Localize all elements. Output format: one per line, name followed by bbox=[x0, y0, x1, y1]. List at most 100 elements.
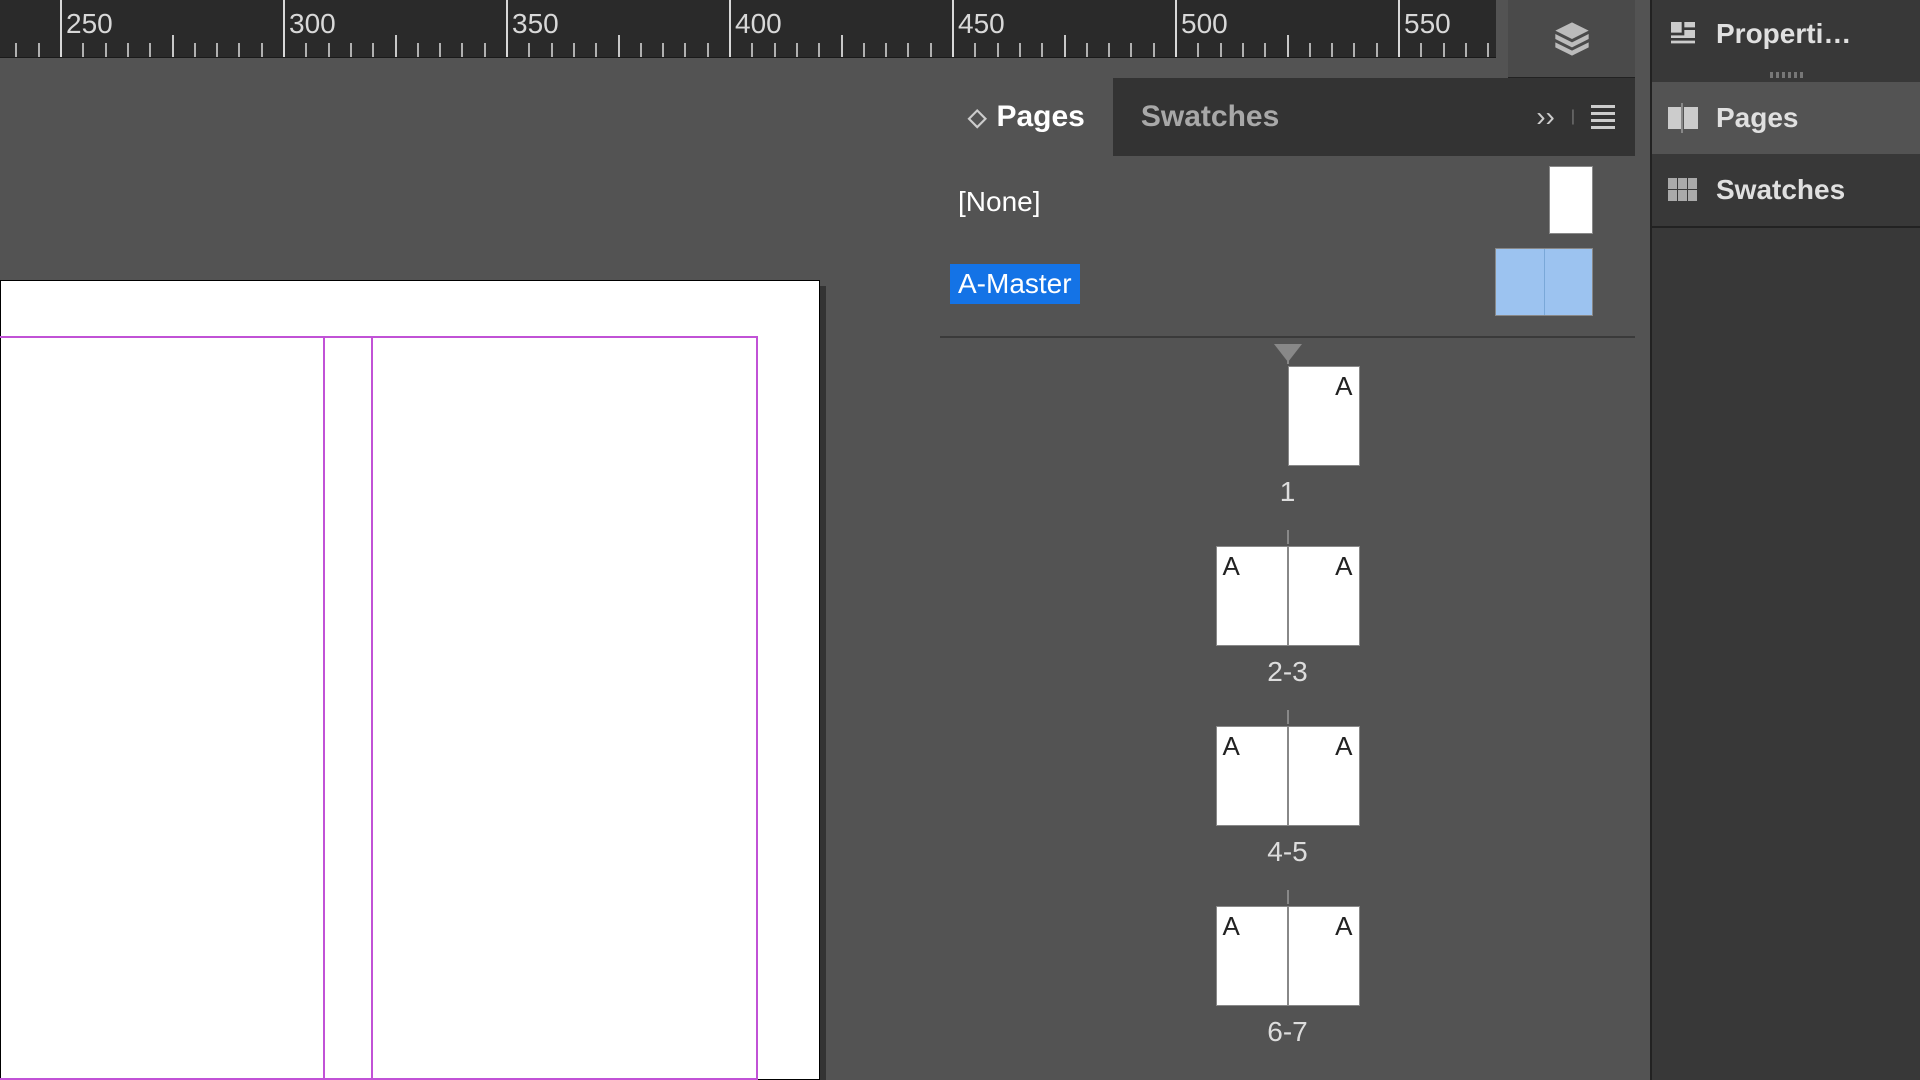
ruler-minor-tick bbox=[1376, 43, 1378, 57]
layers-icon bbox=[1552, 19, 1592, 59]
master-none-label: [None] bbox=[950, 182, 1049, 222]
ruler-minor-tick bbox=[461, 43, 463, 57]
ruler-minor-tick bbox=[305, 43, 307, 57]
tab-swatches-label: Swatches bbox=[1141, 100, 1279, 134]
ruler-minor-tick bbox=[328, 43, 330, 57]
spread-label: 1 bbox=[940, 476, 1635, 508]
ruler-minor-tick bbox=[1465, 43, 1467, 57]
ruler-minor-tick bbox=[372, 43, 374, 57]
dock-pages[interactable]: Pages bbox=[1652, 82, 1920, 154]
ruler-minor-tick bbox=[684, 43, 686, 57]
master-a-label: A-Master bbox=[950, 264, 1080, 304]
dock-swatches-label: Swatches bbox=[1716, 174, 1845, 206]
ruler-minor-tick bbox=[127, 43, 129, 57]
horizontal-ruler: 250300350400450500550 bbox=[0, 0, 1496, 58]
app-root: 250300350400450500550 ◇ Pages Swatches ›… bbox=[0, 0, 1920, 1080]
master-a-thumb[interactable] bbox=[1495, 248, 1593, 316]
ruler-minor-tick bbox=[484, 43, 486, 57]
ruler-minor-tick bbox=[640, 43, 642, 57]
spine-tick bbox=[1287, 710, 1289, 724]
spine-tick bbox=[1287, 350, 1289, 364]
page-thumbnail[interactable]: A bbox=[1216, 726, 1288, 826]
page-thumbnail[interactable]: A bbox=[1288, 726, 1360, 826]
ruler-minor-tick bbox=[751, 43, 753, 57]
pages-icon bbox=[1666, 103, 1700, 133]
page-spread[interactable]: AA2-3 bbox=[940, 546, 1635, 688]
master-badge: A bbox=[1223, 551, 1240, 582]
ruler-mid-tick bbox=[172, 35, 174, 57]
collapse-panel-icon[interactable]: ›› bbox=[1536, 101, 1555, 133]
ruler-minor-tick bbox=[194, 43, 196, 57]
dock-grip[interactable] bbox=[1652, 68, 1920, 82]
master-none-row[interactable]: [None] bbox=[940, 166, 1635, 238]
ruler-minor-tick bbox=[573, 43, 575, 57]
page-spread[interactable]: A A 4-5 bbox=[940, 726, 1635, 868]
ruler-minor-tick bbox=[1041, 43, 1043, 57]
ruler-minor-tick bbox=[82, 43, 84, 57]
master-badge: A bbox=[1335, 551, 1352, 582]
master-pages-divider bbox=[940, 336, 1635, 338]
drag-handle-icon: ◇ bbox=[968, 103, 986, 132]
master-badge: A bbox=[1223, 731, 1240, 762]
page-thumbnail[interactable]: A bbox=[1216, 906, 1288, 1006]
properties-icon bbox=[1666, 19, 1700, 49]
ruler-minor-tick bbox=[907, 43, 909, 57]
ruler-mid-tick bbox=[1287, 35, 1289, 57]
tab-pages[interactable]: ◇ Pages bbox=[940, 78, 1113, 156]
ruler-minor-tick bbox=[238, 43, 240, 57]
control-divider: | bbox=[1571, 108, 1575, 126]
page-spread[interactable]: A A 6-7 bbox=[940, 906, 1635, 1048]
ruler-minor-tick bbox=[439, 43, 441, 57]
ruler-minor-tick bbox=[1331, 43, 1333, 57]
page-thumbnail[interactable]: A bbox=[1288, 546, 1360, 646]
page-thumbnail[interactable]: A bbox=[1288, 906, 1360, 1006]
master-badge: A bbox=[1335, 371, 1352, 402]
page-spread[interactable]: A1 bbox=[940, 366, 1635, 508]
ruler-minor-tick bbox=[997, 43, 999, 57]
dock-properties-label: Properti… bbox=[1716, 18, 1851, 50]
right-dock-panel: Properti… Pages Swatches bbox=[1650, 0, 1920, 1080]
ruler-minor-tick bbox=[149, 43, 151, 57]
ruler-minor-tick bbox=[885, 43, 887, 57]
layers-tab-strip[interactable] bbox=[1508, 0, 1635, 78]
ruler-minor-tick bbox=[1309, 43, 1311, 57]
panel-controls: ›› | bbox=[1536, 78, 1635, 156]
dock-swatches[interactable]: Swatches bbox=[1652, 154, 1920, 226]
ruler-minor-tick bbox=[1220, 43, 1222, 57]
ruler-minor-tick bbox=[1108, 43, 1110, 57]
dock-properties[interactable]: Properti… bbox=[1652, 0, 1920, 68]
canvas-area[interactable] bbox=[0, 58, 940, 1080]
panel-menu-icon[interactable] bbox=[1591, 101, 1615, 133]
master-badge: A bbox=[1335, 731, 1352, 762]
master-none-thumb[interactable] bbox=[1549, 166, 1593, 234]
ruler-minor-tick bbox=[662, 43, 664, 57]
ruler-minor-tick bbox=[796, 43, 798, 57]
spread-label: 4-5 bbox=[940, 836, 1635, 868]
pages-panel: ◇ Pages Swatches ›› | [None] A-Master A1… bbox=[940, 78, 1635, 1080]
ruler-minor-tick bbox=[15, 43, 17, 57]
ruler-minor-tick bbox=[417, 43, 419, 57]
ruler-minor-tick bbox=[1353, 43, 1355, 57]
spine-tick bbox=[1287, 530, 1289, 544]
page-thumbnail[interactable]: A bbox=[1216, 546, 1288, 646]
master-badge: A bbox=[1223, 911, 1240, 942]
ruler-minor-tick bbox=[707, 43, 709, 57]
page-thumbnail[interactable]: A bbox=[1288, 366, 1360, 466]
page-spine-margins bbox=[323, 338, 373, 1078]
ruler-minor-tick bbox=[595, 43, 597, 57]
ruler-minor-tick bbox=[863, 43, 865, 57]
ruler-minor-tick bbox=[818, 43, 820, 57]
tab-swatches[interactable]: Swatches bbox=[1113, 78, 1307, 156]
ruler-minor-tick bbox=[38, 43, 40, 57]
ruler-minor-tick bbox=[551, 43, 553, 57]
ruler-mid-tick bbox=[618, 35, 620, 57]
ruler-minor-tick bbox=[774, 43, 776, 57]
ruler-mid-tick bbox=[841, 35, 843, 57]
ruler-minor-tick bbox=[1153, 43, 1155, 57]
ruler-minor-tick bbox=[1242, 43, 1244, 57]
ruler-minor-tick bbox=[1420, 43, 1422, 57]
master-badge: A bbox=[1335, 911, 1352, 942]
spread-label: 6-7 bbox=[940, 1016, 1635, 1048]
ruler-minor-tick bbox=[1264, 43, 1266, 57]
ruler-minor-tick bbox=[1086, 43, 1088, 57]
